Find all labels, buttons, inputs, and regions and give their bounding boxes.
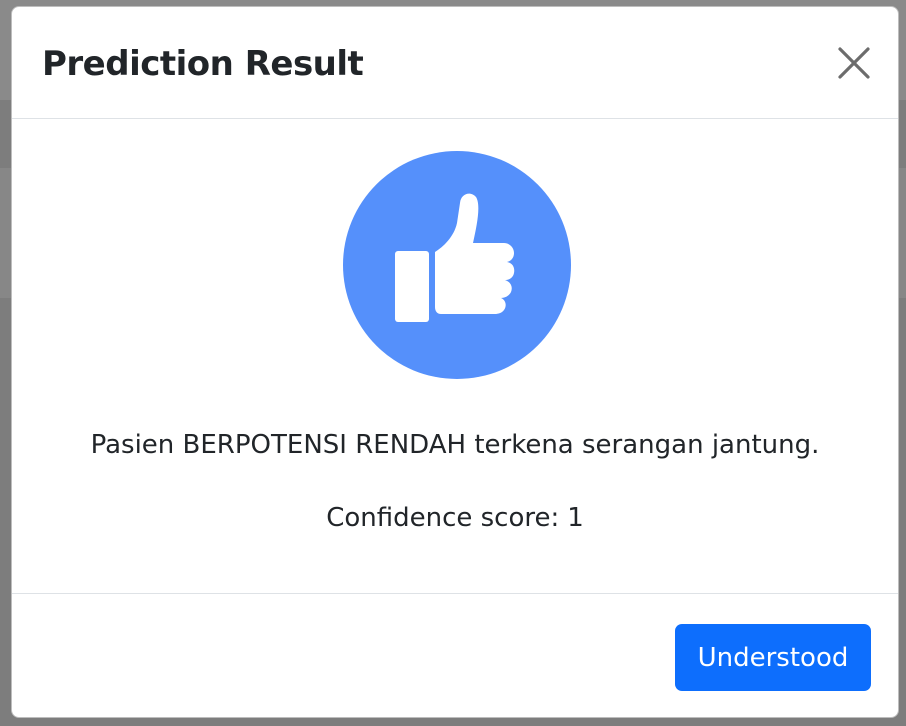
prediction-message: Pasien BERPOTENSI RENDAH terkena seranga… xyxy=(90,430,820,460)
confidence-label: Confidence score: xyxy=(326,503,560,533)
close-icon xyxy=(838,47,870,79)
understood-button[interactable]: Understood xyxy=(675,624,871,691)
confidence-value: 1 xyxy=(567,503,584,533)
modal-title: Prediction Result xyxy=(42,44,364,84)
close-button[interactable] xyxy=(834,43,874,83)
prediction-result-modal: Prediction Result Pasien BERPOTENSI REND… xyxy=(11,6,899,718)
modal-body: Pasien BERPOTENSI RENDAH terkena seranga… xyxy=(12,119,898,594)
confidence-score: Confidence score: 1 xyxy=(12,502,898,534)
modal-header: Prediction Result xyxy=(12,7,898,119)
thumbs-up-icon xyxy=(343,151,571,379)
modal-footer: Understood xyxy=(12,593,898,717)
